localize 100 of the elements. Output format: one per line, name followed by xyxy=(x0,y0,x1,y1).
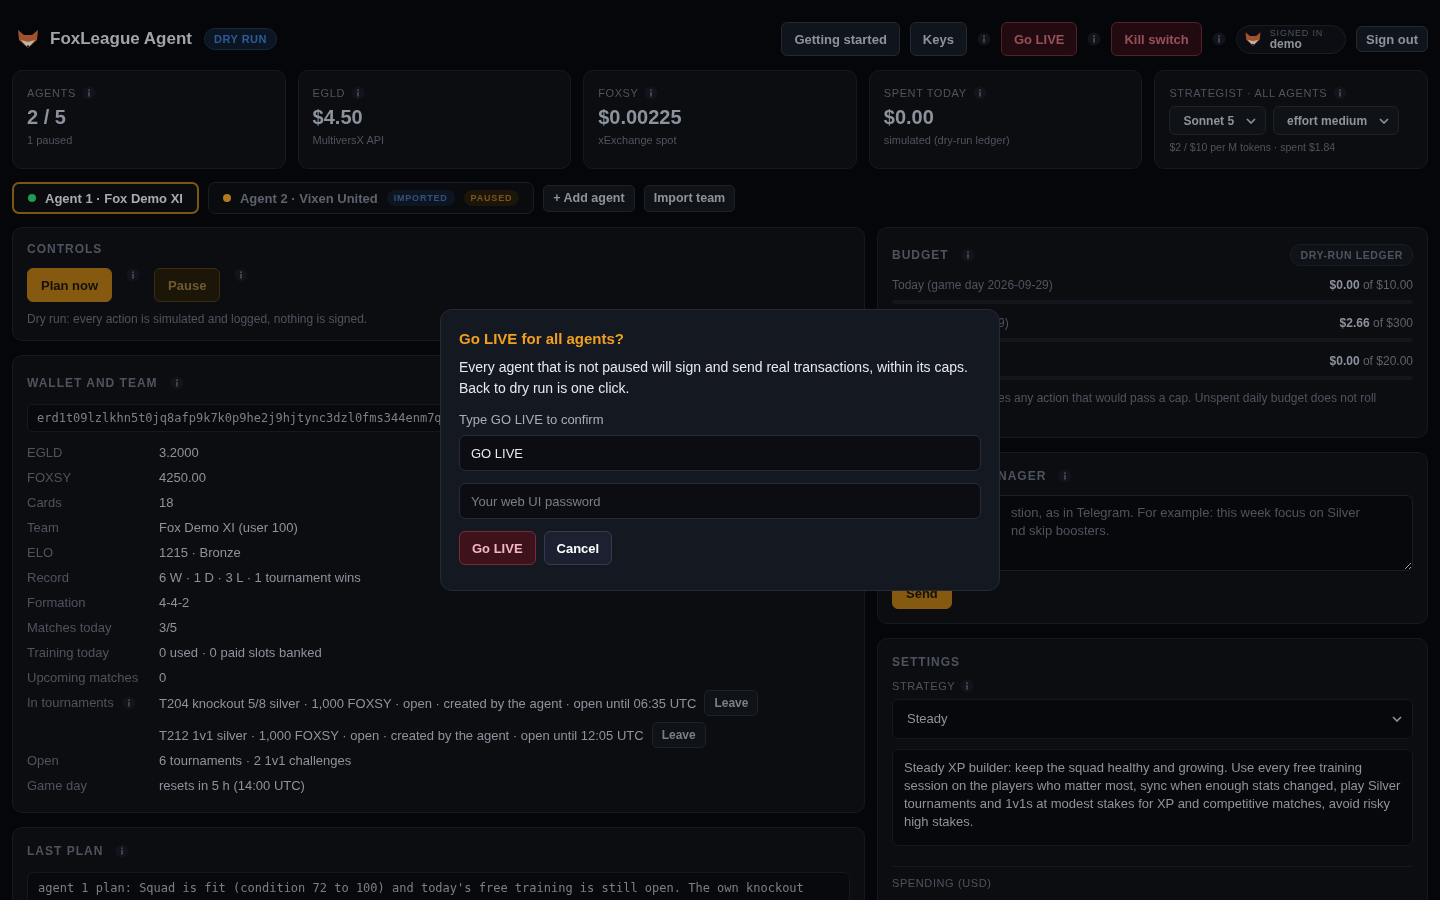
agent-tab[interactable]: Agent 1 · Fox Demo XI xyxy=(12,182,199,214)
ledger-badge: DRY-RUN LEDGER xyxy=(1290,244,1413,266)
chevron-icon xyxy=(1379,117,1390,124)
fox-icon xyxy=(16,27,40,51)
budget-amount: $0.00 of $10.00 xyxy=(1329,278,1413,292)
row-label: ELO xyxy=(27,544,53,562)
row-value: 3.2000 xyxy=(159,444,199,462)
info-icon[interactable] xyxy=(1333,86,1348,100)
info-icon[interactable] xyxy=(644,86,659,100)
dialog-text: Every agent that is not paused will sign and send real transactions, within its caps. Back to dry run is one click. xyxy=(459,358,969,398)
field-label: STRATEGY xyxy=(892,679,956,692)
leave-button[interactable]: Leave xyxy=(704,690,759,716)
row-value: 1215 · Bronze xyxy=(159,544,241,562)
strategy-description-field[interactable]: Steady XP builder: keep the squad healthy and growing. Use every free training session on the players who matter most, sync when enough stats changed, play Silver tournaments and 1v1s at modest stakes for XP and competitive matches, avoid risky high stakes. xyxy=(892,748,1413,846)
section-title: SETTINGS xyxy=(892,654,960,669)
info-icon[interactable] xyxy=(126,268,141,282)
header-button[interactable]: Getting started xyxy=(781,22,900,56)
stat-value: $0.00225 xyxy=(598,106,683,129)
stat-label: STRATEGIST · ALL AGENTS xyxy=(1169,87,1328,99)
dialog-button[interactable]: Cancel xyxy=(543,531,613,565)
confirm-input[interactable]: GO LIVE xyxy=(459,435,981,471)
row-label: FOXSY xyxy=(27,469,72,487)
info-icon[interactable] xyxy=(350,86,365,100)
status-badge: PAUSED xyxy=(463,190,520,206)
model-dropdown[interactable]: Sonnet 5 xyxy=(1169,106,1267,135)
tournament-entry: T212 1v1 silver · 1,000 FOXSY · open · created by the agent · open until 12:05 UTC xyxy=(159,726,644,745)
user-name: demo xyxy=(1269,37,1303,50)
stat-note: $2 / $10 per M tokens · spent $1.84 xyxy=(1169,141,1337,153)
agent-name: Agent 1 · Fox Demo XI xyxy=(45,190,183,206)
info-icon[interactable] xyxy=(1058,468,1073,483)
info-icon[interactable] xyxy=(81,86,96,100)
stat-note: MultiversX API xyxy=(312,134,386,146)
mode-badge: DRY RUN xyxy=(204,28,277,50)
chevron-icon xyxy=(1392,715,1402,722)
row-value: 4250.00 xyxy=(159,469,206,487)
row-value: 18 xyxy=(159,494,174,512)
header-button[interactable]: Keys xyxy=(909,22,967,56)
info-icon[interactable] xyxy=(169,376,184,390)
row-label: Team xyxy=(27,519,59,537)
dialog-title: Go LIVE for all agents? xyxy=(459,330,626,347)
section-title: CONTROLS xyxy=(27,242,103,256)
stat-note: 1 paused xyxy=(27,134,74,146)
agent-tab[interactable]: Agent 2 · Vixen United IMPORTED PAUSED xyxy=(207,182,535,214)
agent-action-button[interactable]: + Add agent xyxy=(543,184,635,212)
budget-amount: $0.00 of $20.00 xyxy=(1329,354,1413,368)
section-title: LAST PLAN xyxy=(27,844,104,858)
strategy-dropdown[interactable]: Steady xyxy=(892,698,1413,739)
info-icon[interactable] xyxy=(121,695,136,710)
info-icon[interactable] xyxy=(972,86,987,100)
row-label: In tournaments xyxy=(27,694,114,712)
row-label: Open xyxy=(27,752,59,770)
stat-label: FOXSY xyxy=(598,87,639,99)
effort-dropdown[interactable]: effort medium xyxy=(1273,106,1400,135)
info-icon[interactable] xyxy=(1211,32,1226,46)
row-label: Matches today xyxy=(27,619,112,637)
user-status: SIGNED IN xyxy=(1269,28,1323,38)
info-icon[interactable] xyxy=(960,678,975,693)
stat-value: $4.50 xyxy=(312,106,364,129)
tournament-entry: T204 knockout 5/8 silver · 1,000 FOXSY · open · created by the agent · open until 06:35 UTC xyxy=(159,694,697,713)
stat-value: 2 / 5 xyxy=(27,106,67,129)
row-value: 4-4-2 xyxy=(159,594,190,612)
password-input[interactable]: Your web UI password xyxy=(459,483,981,519)
row-label: Cards xyxy=(27,494,62,512)
fox-icon xyxy=(1243,30,1262,48)
header-button[interactable]: Kill switch xyxy=(1111,22,1202,56)
dialog-button[interactable]: Go LIVE xyxy=(459,531,536,565)
field-label: SPENDING (USD) xyxy=(892,876,992,889)
row-label: Training today xyxy=(27,644,109,662)
row-value: 3/5 xyxy=(159,619,178,637)
header-button[interactable]: Go LIVE xyxy=(1000,22,1078,56)
row-value: 0 xyxy=(159,669,167,687)
row-label: Game day xyxy=(27,777,87,795)
row-label: EGLD xyxy=(27,444,63,462)
user-chip[interactable]: SIGNED IN demo xyxy=(1235,24,1346,54)
info-icon[interactable] xyxy=(234,268,249,282)
plan-text: agent 1 plan: Squad is fit (condition 72 to 100) and today's free training is still open. The own knockout xyxy=(27,872,850,900)
stat-value: $0.00 xyxy=(883,106,935,129)
stat-label: SPENT TODAY xyxy=(883,87,967,99)
info-icon[interactable] xyxy=(1087,32,1102,46)
agent-name: Agent 2 · Vixen United xyxy=(239,190,378,206)
budget-amount: $2.66 of $300 xyxy=(1339,316,1413,330)
leave-button[interactable]: Leave xyxy=(651,722,706,748)
agent-action-button[interactable]: Import team xyxy=(643,184,736,212)
row-value: resets in 5 h (14:00 UTC) xyxy=(159,777,305,795)
row-value: 6 W · 1 D · 3 L · 1 tournament wins xyxy=(159,569,361,587)
field-label: Type GO LIVE to confirm xyxy=(459,412,605,427)
app-title: FoxLeague Agent xyxy=(50,29,192,49)
info-icon[interactable] xyxy=(115,844,130,858)
sign-out-button[interactable]: Sign out xyxy=(1356,26,1428,52)
row-value: 0 used · 0 paid slots banked xyxy=(159,644,322,662)
row-value: 6 tournaments · 2 1v1 challenges xyxy=(159,752,352,770)
control-button[interactable]: Plan now xyxy=(27,268,113,302)
chevron-icon xyxy=(1246,117,1257,124)
section-title: WALLET AND TEAM xyxy=(27,376,158,390)
row-label: Upcoming matches xyxy=(27,669,139,687)
budget-label: Today (game day 2026-09-29) xyxy=(892,278,1053,292)
info-icon[interactable] xyxy=(960,248,975,262)
stat-label: AGENTS xyxy=(27,87,76,99)
stat-note: xExchange spot xyxy=(598,134,678,146)
info-icon[interactable] xyxy=(976,32,991,46)
